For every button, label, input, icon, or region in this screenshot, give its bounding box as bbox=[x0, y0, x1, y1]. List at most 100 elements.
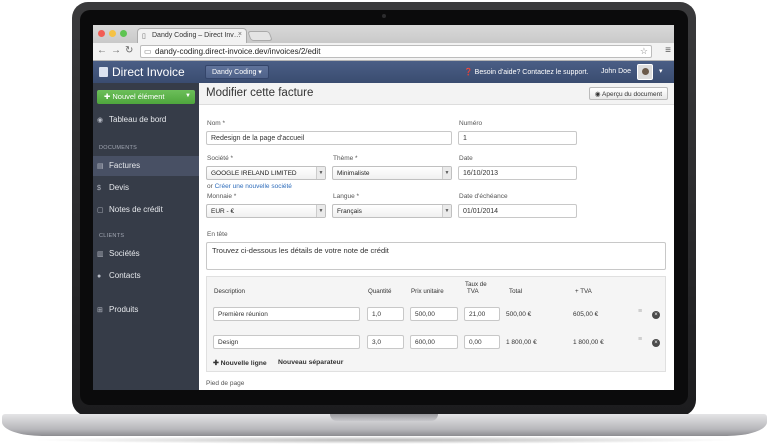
sidebar-item-produits[interactable]: ⊞ Produits bbox=[93, 300, 199, 320]
dashboard-icon: ◉ bbox=[97, 117, 104, 124]
minimize-window-icon[interactable] bbox=[109, 30, 116, 37]
back-arrow-icon[interactable]: ← bbox=[97, 45, 107, 56]
numero-label: Numéro bbox=[459, 120, 483, 127]
chevron-down-icon: ▼ bbox=[185, 93, 191, 99]
dollar-icon: $ bbox=[97, 185, 101, 192]
drag-handle-icon[interactable]: ≡ bbox=[638, 308, 642, 315]
row2-prix-input[interactable]: 600,00 bbox=[410, 335, 458, 349]
note-icon: ▢ bbox=[97, 207, 104, 214]
new-item-label: Nouvel élément bbox=[112, 92, 165, 101]
societe-label: Société * bbox=[207, 155, 234, 162]
societe-value: GOOGLE IRELAND LIMITED bbox=[211, 170, 297, 177]
monnaie-label: Monnaie * bbox=[207, 193, 237, 200]
row1-quantite-input[interactable]: 1,0 bbox=[367, 307, 404, 321]
support-link[interactable]: ❓ Besoin d'aide? Contactez le support. bbox=[464, 68, 588, 76]
avatar[interactable] bbox=[637, 64, 653, 80]
brand-logo[interactable]: Direct Invoice bbox=[99, 65, 185, 79]
row2-tva-input[interactable]: 0,00 bbox=[464, 335, 500, 349]
row2-total: 1 800,00 € bbox=[506, 339, 537, 346]
chevron-down-icon: ▼ bbox=[316, 167, 325, 179]
bookmark-star-icon[interactable]: ☆ bbox=[640, 46, 648, 57]
drag-handle-icon[interactable]: ≡ bbox=[638, 336, 642, 343]
add-line-label: Nouvelle ligne bbox=[220, 360, 267, 367]
sidebar: ✚ Nouvel élément ▼ ◉ Tableau de bord DOCU… bbox=[93, 83, 199, 390]
plus-icon: ✚ bbox=[213, 360, 221, 367]
user-name[interactable]: John Doe bbox=[601, 68, 631, 75]
sidebar-item-label: Factures bbox=[109, 161, 141, 170]
page-icon: ▭ bbox=[144, 47, 152, 56]
add-separator-button[interactable]: Nouveau séparateur bbox=[278, 359, 343, 366]
entete-label: En tête bbox=[207, 231, 228, 238]
theme-value: Minimaliste bbox=[337, 170, 370, 177]
create-prefix: or bbox=[207, 183, 213, 190]
sidebar-section-clients: CLIENTS bbox=[99, 233, 125, 239]
sidebar-item-devis[interactable]: $ Devis bbox=[93, 178, 199, 198]
camera-icon bbox=[382, 14, 386, 18]
document-icon: ▤ bbox=[97, 163, 104, 170]
nom-label: Nom * bbox=[207, 120, 226, 127]
chevron-down-icon: ▼ bbox=[442, 205, 451, 217]
browser-toolbar: ← → ↻ ▭ dandy-coding.direct-invoice.dev/… bbox=[93, 43, 674, 61]
organization-dropdown[interactable]: Dandy Coding ▾ bbox=[205, 65, 269, 79]
preview-button[interactable]: ◉ Aperçu du document bbox=[588, 87, 668, 100]
new-item-button[interactable]: ✚ Nouvel élément ▼ bbox=[97, 90, 195, 104]
close-tab-icon[interactable]: × bbox=[238, 31, 242, 38]
row1-description-input[interactable]: Première réunion bbox=[213, 307, 360, 321]
sidebar-item-label: Devis bbox=[109, 183, 130, 192]
items-table: Description Quantité Prix unitaire Taux … bbox=[206, 276, 666, 372]
browser-menu-icon[interactable]: ≡ bbox=[665, 45, 671, 56]
row2-quantite-input[interactable]: 3,0 bbox=[367, 335, 404, 349]
row1-prix-input[interactable]: 500,00 bbox=[410, 307, 458, 321]
sidebar-item-credit-notes[interactable]: ▢ Notes de crédit bbox=[93, 200, 199, 220]
browser-tab[interactable]: ▯ Dandy Coding – Direct Inv… × bbox=[137, 28, 247, 43]
screen: ▯ Dandy Coding – Direct Inv… × ← → ↻ ▭ d… bbox=[93, 25, 674, 390]
page-title: Modifier cette facture bbox=[206, 87, 314, 99]
new-tab-button[interactable] bbox=[247, 31, 273, 41]
header-tva-line1: Taux de bbox=[465, 281, 487, 288]
sidebar-item-societes[interactable]: ▥ Sociétés bbox=[93, 244, 199, 264]
echeance-input[interactable]: 01/01/2014 bbox=[458, 204, 577, 218]
date-input[interactable]: 16/10/2013 bbox=[458, 166, 577, 180]
chevron-down-icon: ▼ bbox=[442, 167, 451, 179]
sidebar-item-contacts[interactable]: ● Contacts bbox=[93, 266, 199, 286]
browser-tabbar: ▯ Dandy Coding – Direct Inv… × bbox=[93, 25, 674, 43]
header-quantite: Quantité bbox=[368, 288, 392, 295]
remove-row-icon[interactable]: × bbox=[652, 311, 660, 319]
main-content: Modifier cette facture ◉ Aperçu du docum… bbox=[199, 83, 674, 390]
monnaie-select[interactable]: EUR - € ▼ bbox=[206, 204, 326, 218]
societe-select[interactable]: GOOGLE IRELAND LIMITED ▼ bbox=[206, 166, 326, 180]
window-controls bbox=[98, 30, 127, 37]
monnaie-value: EUR - € bbox=[211, 208, 235, 215]
cart-icon: ⊞ bbox=[97, 307, 103, 314]
forward-arrow-icon[interactable]: → bbox=[111, 45, 121, 56]
page-header: Modifier cette facture ◉ Aperçu du docum… bbox=[199, 83, 674, 105]
address-bar[interactable]: ▭ dandy-coding.direct-invoice.dev/invoic… bbox=[140, 45, 652, 58]
reload-icon[interactable]: ↻ bbox=[125, 45, 133, 56]
laptop-shadow bbox=[30, 436, 739, 444]
url-text: dandy-coding.direct-invoice.dev/invoices… bbox=[155, 47, 321, 56]
sidebar-item-dashboard[interactable]: ◉ Tableau de bord bbox=[93, 110, 199, 130]
row2-plus-tva: 1 800,00 € bbox=[573, 339, 604, 346]
header-description: Description bbox=[214, 288, 245, 295]
date-label: Date bbox=[459, 155, 473, 162]
numero-input[interactable]: 1 bbox=[458, 131, 577, 145]
langue-label: Langue * bbox=[333, 193, 360, 200]
entete-textarea[interactable]: Trouvez ci-dessous les détails de votre … bbox=[206, 242, 666, 270]
langue-select[interactable]: Français ▼ bbox=[332, 204, 452, 218]
preview-label: Aperçu du document bbox=[602, 91, 662, 98]
maximize-window-icon[interactable] bbox=[120, 30, 127, 37]
remove-row-icon[interactable]: × bbox=[652, 339, 660, 347]
chevron-down-icon[interactable]: ▾ bbox=[659, 67, 663, 75]
theme-select[interactable]: Minimaliste ▼ bbox=[332, 166, 452, 180]
row1-plus-tva: 605,00 € bbox=[573, 311, 599, 318]
nom-input[interactable]: Redesign de la page d'accueil bbox=[206, 131, 452, 145]
header-tva-line2: TVA bbox=[467, 288, 479, 295]
row2-description-input[interactable]: Design bbox=[213, 335, 360, 349]
row1-tva-input[interactable]: 21,00 bbox=[464, 307, 500, 321]
sidebar-item-factures[interactable]: ▤ Factures bbox=[93, 156, 199, 176]
create-company-link[interactable]: Créer une nouvelle société bbox=[215, 183, 292, 190]
close-window-icon[interactable] bbox=[98, 30, 105, 37]
theme-label: Thème * bbox=[333, 155, 358, 162]
sidebar-section-documents: DOCUMENTS bbox=[99, 145, 138, 151]
add-line-button[interactable]: ✚ Nouvelle ligne bbox=[213, 359, 267, 367]
